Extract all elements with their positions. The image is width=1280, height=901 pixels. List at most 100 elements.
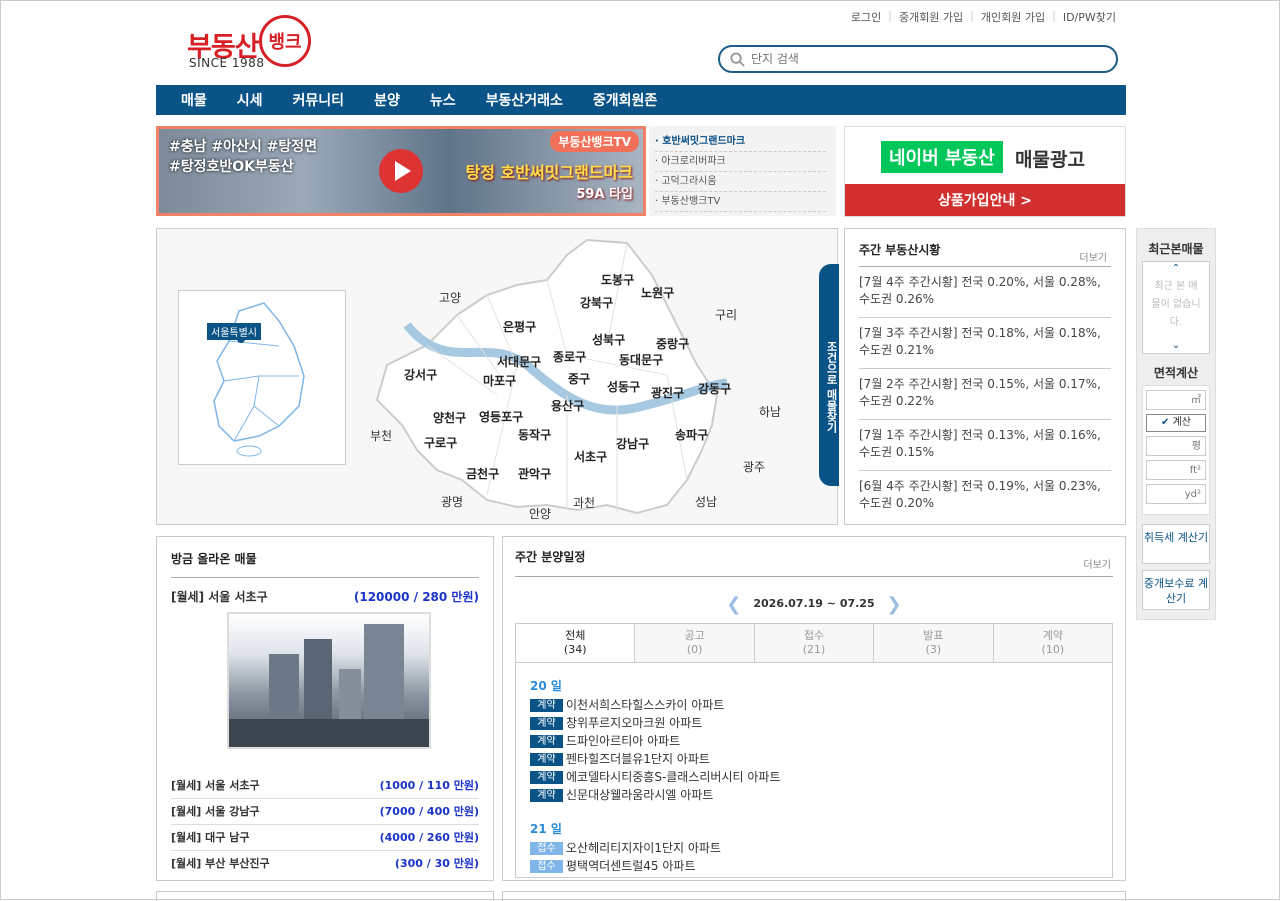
sqyd-input[interactable]: [1146, 484, 1206, 504]
logo-circle: 뱅크: [259, 15, 311, 67]
condition-search-tab[interactable]: 조건으로 매물찾기: [819, 264, 839, 486]
tv-list-item[interactable]: · 부동산뱅크TV: [655, 192, 826, 212]
district-label[interactable]: 구로구: [424, 434, 457, 451]
district-label[interactable]: 금천구: [466, 465, 499, 482]
chevron-down-icon[interactable]: ⌄: [1143, 339, 1209, 353]
region-label[interactable]: 성남: [695, 493, 717, 510]
schedule-event[interactable]: 계약 펜타힐즈더블유1단지 아파트: [530, 750, 1098, 768]
nav-community[interactable]: 커뮤니티: [293, 90, 345, 110]
region-label[interactable]: 하남: [759, 403, 781, 420]
schedule-more-link[interactable]: 더보기: [1083, 556, 1111, 571]
district-label[interactable]: 동대문구: [619, 351, 663, 368]
listing-photo[interactable]: [227, 612, 431, 749]
tv-list-item[interactable]: · 호반써밋그랜드마크: [655, 132, 826, 152]
naver-ad-box[interactable]: 네이버 부동산 매물광고 상품가입안내 >: [844, 126, 1126, 217]
personal-signup-link[interactable]: 개인회원 가입: [981, 9, 1045, 25]
district-label[interactable]: 중구: [568, 370, 590, 387]
pyeong-input[interactable]: [1146, 436, 1206, 456]
site-logo[interactable]: 부동산 뱅크 SINCE 1988: [187, 15, 317, 71]
schedule-event[interactable]: 접수 평택역더센트럴45 아파트: [530, 857, 1098, 875]
nav-prices[interactable]: 시세: [237, 90, 263, 110]
district-label[interactable]: 용산구: [551, 397, 584, 414]
listing-row[interactable]: [월세] 부산 부산진구 (300 / 30 만원): [171, 851, 479, 877]
schedule-event[interactable]: 계약 창위푸르지오마크원 아파트: [530, 714, 1098, 732]
market-item[interactable]: [7월 1주 주간시황] 전국 0.13%, 서울 0.16%, 수도권 0.1…: [859, 420, 1111, 471]
prev-week-icon[interactable]: ❮: [726, 594, 741, 615]
market-item[interactable]: [6월 4주 주간시황] 전국 0.19%, 서울 0.23%, 수도권 0.2…: [859, 471, 1111, 522]
district-label[interactable]: 은평구: [503, 318, 536, 335]
sqm-input[interactable]: [1146, 390, 1206, 410]
district-label[interactable]: 서대문구: [497, 353, 541, 370]
district-label[interactable]: 성동구: [607, 378, 640, 395]
district-label[interactable]: 광진구: [651, 384, 684, 401]
calc-button[interactable]: ✔ 계산: [1146, 414, 1206, 432]
korea-mini-map[interactable]: 서울특별시: [178, 290, 346, 465]
naver-brand: 네이버 부동산: [881, 141, 1003, 173]
play-icon[interactable]: [379, 149, 423, 193]
tv-list-item[interactable]: · 아크로리버파크: [655, 152, 826, 172]
sqft-input[interactable]: [1146, 460, 1206, 480]
find-id-pw-link[interactable]: ID/PW찾기: [1063, 9, 1116, 25]
district-label[interactable]: 동작구: [518, 426, 551, 443]
search-icon[interactable]: [730, 51, 745, 67]
district-label[interactable]: 노원구: [641, 284, 674, 301]
region-label[interactable]: 부천: [370, 427, 392, 444]
district-label[interactable]: 종로구: [553, 348, 586, 365]
district-label[interactable]: 마포구: [483, 372, 516, 389]
region-label[interactable]: 광주: [743, 458, 765, 475]
market-item[interactable]: [7월 4주 주간시황] 전국 0.20%, 서울 0.28%, 수도권 0.2…: [859, 267, 1111, 318]
next-week-icon[interactable]: ❯: [886, 594, 901, 615]
recent-box: ⌃ 최근 본 매물이 없습니다. ⌄: [1142, 261, 1210, 354]
district-label[interactable]: 양천구: [433, 409, 466, 426]
featured-price: (120000 / 280 만원): [353, 590, 479, 604]
tab-contract[interactable]: 계약 (10): [992, 624, 1113, 662]
district-label[interactable]: 서초구: [574, 448, 607, 465]
district-label[interactable]: 영등포구: [479, 408, 523, 425]
schedule-event[interactable]: 계약 이천서희스타힐스스카이 아파트: [530, 696, 1098, 714]
chevron-up-icon[interactable]: ⌃: [1143, 262, 1209, 276]
schedule-event[interactable]: 계약 드파인아르티아 아파트: [530, 732, 1098, 750]
district-label[interactable]: 성북구: [592, 331, 625, 348]
district-label[interactable]: 강동구: [698, 380, 731, 397]
listing-row[interactable]: [월세] 서울 서초구 (1000 / 110 만원): [171, 773, 479, 799]
tab-application[interactable]: 접수 (21): [753, 624, 874, 662]
video-banner[interactable]: #충남 #아산시 #탕정면 #탕정호반OK부동산 부동산뱅크TV 탕정 호반써밋그…: [156, 126, 646, 216]
fee-calculator-button[interactable]: 중개보수료 계산기: [1142, 570, 1210, 610]
tab-notice[interactable]: 공고 (0): [634, 624, 754, 662]
nav-exchange[interactable]: 부동산거래소: [486, 90, 563, 110]
district-label[interactable]: 송파구: [675, 426, 708, 443]
broker-signup-link[interactable]: 중개회원 가입: [899, 9, 963, 25]
market-item[interactable]: [7월 2주 주간시황] 전국 0.15%, 서울 0.17%, 수도권 0.2…: [859, 369, 1111, 420]
tab-all[interactable]: 전체 (34): [516, 624, 635, 662]
district-label[interactable]: 강서구: [404, 366, 437, 383]
nav-broker-zone[interactable]: 중개회원존: [593, 90, 657, 110]
district-label[interactable]: 강북구: [580, 294, 613, 311]
search-input[interactable]: [751, 52, 1091, 66]
schedule-event[interactable]: 계약 신문대상웰라움라시엘 아파트: [530, 786, 1098, 804]
tax-calculator-button[interactable]: 취득세 계산기: [1142, 524, 1210, 564]
schedule-event[interactable]: 계약 에코델타시티중흥S-클래스리버시티 아파트: [530, 768, 1098, 786]
nav-presale[interactable]: 분양: [374, 90, 400, 110]
region-label[interactable]: 광명: [441, 493, 463, 510]
tv-list-item[interactable]: · 고덕그라시움: [655, 172, 826, 192]
market-more-link[interactable]: 더보기: [1079, 249, 1107, 264]
district-label[interactable]: 관악구: [518, 465, 551, 482]
region-label[interactable]: 안양: [529, 505, 551, 522]
market-item[interactable]: [7월 3주 주간시황] 전국 0.18%, 서울 0.18%, 수도권 0.2…: [859, 318, 1111, 369]
schedule-event[interactable]: 접수 오산헤리티지자이1단지 아파트: [530, 839, 1098, 857]
area-calc-title: 면적계산: [1153, 366, 1199, 380]
login-link[interactable]: 로그인: [851, 9, 881, 25]
listing-row[interactable]: [월세] 서울 강남구 (7000 / 400 만원): [171, 799, 479, 825]
listing-row[interactable]: [월세] 대구 남구 (4000 / 260 만원): [171, 825, 479, 851]
product-signup-button[interactable]: 상품가입안내 >: [845, 184, 1125, 216]
nav-news[interactable]: 뉴스: [430, 90, 456, 110]
district-label[interactable]: 강남구: [616, 435, 649, 452]
featured-listing[interactable]: [월세] 서울 서초구 (120000 / 280 만원): [171, 588, 479, 605]
district-label[interactable]: 도봉구: [601, 271, 634, 288]
region-label[interactable]: 고양: [439, 289, 461, 306]
region-label[interactable]: 구리: [715, 306, 737, 323]
nav-listings[interactable]: 매물: [181, 90, 207, 110]
region-label[interactable]: 과천: [573, 494, 595, 511]
tab-announcement[interactable]: 발표 (3): [873, 624, 993, 662]
district-label[interactable]: 중랑구: [656, 335, 689, 352]
